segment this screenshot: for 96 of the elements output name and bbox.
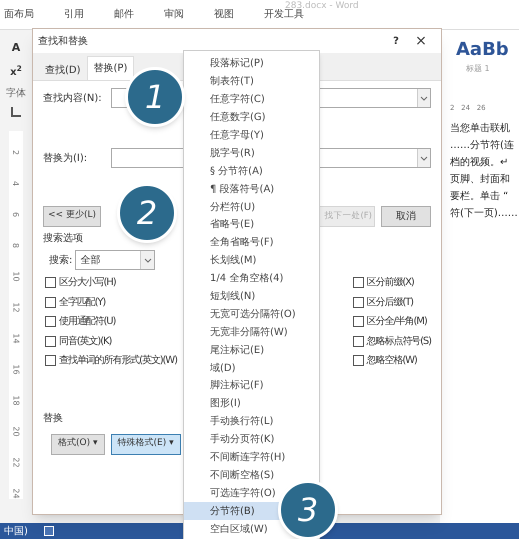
menu-item[interactable]: 任意数字(G) bbox=[210, 108, 266, 127]
ruler-number: 8 bbox=[10, 242, 22, 248]
special-format-button[interactable]: 特殊格式(E) ▾ bbox=[110, 434, 181, 454]
menu-item[interactable]: 不间断连字符(H) bbox=[210, 448, 286, 466]
document-text: 要栏。单击 “ bbox=[450, 190, 510, 204]
ribbon-tab[interactable]: 引用 bbox=[64, 7, 84, 22]
ruler-number: 2 bbox=[10, 149, 22, 155]
menu-item[interactable]: 短划线(N) bbox=[210, 288, 256, 306]
ribbon-tab[interactable]: 邮件 bbox=[114, 7, 134, 22]
field-label: 替换为(I): bbox=[43, 152, 88, 166]
ruler-number: 4 bbox=[10, 180, 22, 186]
checkbox[interactable] bbox=[352, 336, 364, 347]
menu-item[interactable]: 分栏符(U) bbox=[210, 198, 256, 216]
menu-item[interactable]: 任意字母(Y) bbox=[210, 126, 264, 144]
checkbox-label: 查找单词的所有形式(英文)(W) bbox=[59, 354, 177, 368]
ribbon-tab[interactable]: 视图 bbox=[214, 7, 234, 22]
checkbox-label: 区分前缀(X) bbox=[366, 276, 414, 290]
checkbox[interactable] bbox=[352, 277, 364, 288]
checkbox[interactable] bbox=[45, 355, 56, 366]
checkbox[interactable] bbox=[352, 316, 364, 328]
menu-item[interactable]: 制表符(T) bbox=[210, 72, 254, 91]
ruler-number: 12 bbox=[10, 302, 22, 312]
menu-item[interactable]: 图形(I) bbox=[210, 394, 241, 413]
format-button[interactable]: 格式(O) ▾ bbox=[51, 434, 104, 454]
search-direction-select[interactable]: 全部 bbox=[75, 250, 156, 270]
document-text: 当您单击联机 bbox=[450, 122, 511, 136]
checkbox[interactable] bbox=[45, 277, 56, 288]
field-label: 查找内容(N): bbox=[43, 92, 103, 106]
checkbox-label: 忽略空格(W) bbox=[366, 354, 417, 368]
style-name: 标题 1 bbox=[466, 63, 491, 75]
close-button[interactable]: × bbox=[406, 30, 436, 52]
menu-item[interactable]: 域(D) bbox=[210, 359, 236, 378]
ruler-number: 6 bbox=[10, 211, 22, 217]
checkbox-label: 区分大小写(H) bbox=[59, 276, 116, 290]
checkbox[interactable] bbox=[45, 316, 56, 328]
group-label: 字体 bbox=[6, 86, 26, 100]
ruler-number: 20 bbox=[10, 426, 22, 436]
menu-item[interactable]: 脚注标记(F) bbox=[210, 377, 264, 395]
ribbon-tab[interactable]: 审阅 bbox=[164, 7, 184, 22]
menu-item[interactable]: 手动分页符(K) bbox=[210, 430, 274, 449]
dropdown-icon[interactable] bbox=[417, 149, 430, 167]
tab-stop-icon[interactable] bbox=[11, 106, 21, 116]
ruler-number: 14 bbox=[10, 332, 22, 344]
dialog-tab[interactable]: 替换(P) bbox=[86, 56, 134, 80]
ruler-number: 18 bbox=[10, 394, 22, 406]
menu-item[interactable]: 省略号(E) bbox=[210, 216, 254, 234]
ribbon-tab[interactable]: 开发工具 bbox=[264, 7, 304, 22]
menu-item[interactable]: 脱字号(R) bbox=[210, 144, 255, 162]
document-text: 页脚、封面和 bbox=[450, 172, 511, 186]
document-text: ……分节符(连 bbox=[450, 138, 515, 152]
document-icon[interactable] bbox=[44, 526, 54, 536]
less-button[interactable]: << 更少(L) bbox=[43, 206, 101, 226]
checkbox-label: 忽略标点符号(S) bbox=[366, 334, 431, 349]
checkbox-label: 使用通配符(U) bbox=[59, 314, 116, 330]
ribbon-tab[interactable]: 面布局 bbox=[4, 7, 34, 22]
document-text: 档的视频。↵ bbox=[450, 156, 510, 170]
checkbox[interactable] bbox=[352, 355, 364, 366]
cancel-button[interactable]: 取消 bbox=[381, 206, 431, 226]
menu-item[interactable]: 尾注标记(E) bbox=[210, 341, 264, 360]
section-title: 搜索选项 bbox=[43, 232, 83, 246]
menu-item[interactable]: 段落标记(P) bbox=[210, 55, 264, 73]
checkbox[interactable] bbox=[352, 296, 364, 308]
menu-item[interactable]: 可选连字符(O) bbox=[210, 484, 276, 502]
language-status[interactable]: 中国) bbox=[4, 524, 28, 538]
menu-item[interactable]: 1/4 全角空格(4) bbox=[210, 270, 284, 288]
dialog-title: 查找和替换 bbox=[38, 34, 89, 48]
menu-item[interactable]: 任意字符(C) bbox=[210, 90, 265, 109]
checkbox[interactable] bbox=[45, 336, 56, 347]
dialog-tab[interactable]: 查找(D) bbox=[39, 60, 87, 80]
ruler-number: 10 bbox=[10, 270, 22, 282]
menu-item[interactable]: 空白区域(W) bbox=[210, 520, 268, 538]
menu-item[interactable]: ¶ 段落符号(A) bbox=[210, 180, 274, 198]
menu-item[interactable]: 全角省略号(F) bbox=[210, 234, 274, 252]
superscript-button[interactable]: x$^{2}$ bbox=[10, 64, 22, 80]
checkbox-label: 同音(英文)(K) bbox=[59, 334, 112, 349]
checkbox-label: 区分全/半角(M) bbox=[366, 314, 427, 330]
menu-item[interactable]: 无宽非分隔符(W) bbox=[210, 323, 288, 342]
ruler-number: 22 bbox=[10, 456, 22, 468]
menu-item[interactable]: 手动换行符(L) bbox=[210, 412, 274, 431]
menu-item[interactable]: 不间断空格(S) bbox=[210, 466, 274, 484]
section-title: 替换 bbox=[43, 412, 63, 426]
help-button[interactable]: ? bbox=[386, 34, 406, 48]
grow-font-button[interactable]: A bbox=[12, 40, 20, 56]
checkbox[interactable] bbox=[45, 296, 56, 308]
menu-item[interactable]: 无宽可选分隔符(O) bbox=[210, 305, 296, 324]
menu-item[interactable]: 长划线(M) bbox=[210, 252, 256, 270]
document-text: 符(下一页)…… bbox=[450, 206, 519, 220]
ruler-number: 16 bbox=[10, 364, 22, 374]
search-label: 搜索: bbox=[49, 254, 72, 268]
style-preview[interactable]: AaBb bbox=[456, 36, 519, 63]
dropdown-icon[interactable] bbox=[140, 251, 154, 269]
checkbox-label: 全字匹配(Y) bbox=[59, 296, 106, 310]
menu-item[interactable]: § 分节符(A) bbox=[210, 162, 263, 180]
ruler-number: 24 bbox=[10, 488, 22, 498]
dropdown-icon[interactable] bbox=[417, 89, 430, 107]
checkbox-label: 区分后缀(T) bbox=[366, 296, 413, 310]
